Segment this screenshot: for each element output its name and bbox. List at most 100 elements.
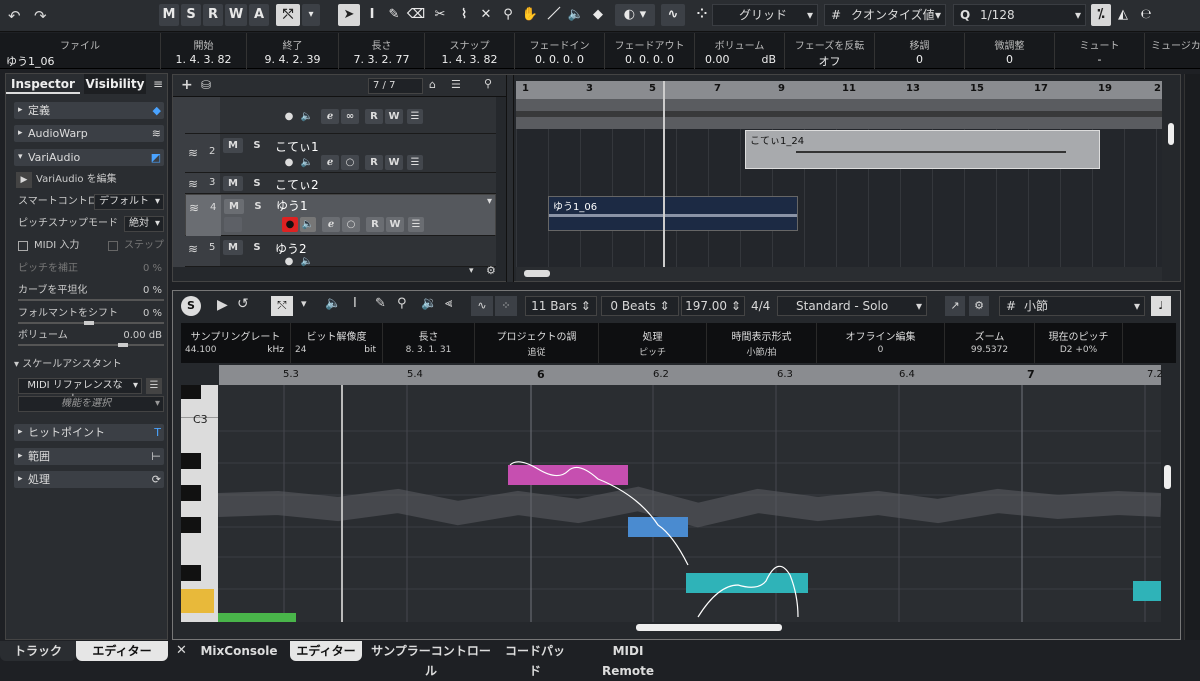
- mute-button[interactable]: M: [223, 138, 243, 153]
- iterative-quantize-icon[interactable]: ⁒: [1091, 4, 1111, 26]
- scrub-icon[interactable]: ⫷: [445, 296, 452, 311]
- undo-icon[interactable]: ↶: [8, 7, 21, 25]
- loop-icon[interactable]: ↺: [237, 296, 249, 312]
- section-process[interactable]: 処理 ⟳: [14, 471, 164, 488]
- info-value[interactable]: ゆう1_06: [6, 53, 166, 69]
- grid-type-dropdown[interactable]: グリッド ▾: [712, 4, 818, 26]
- formant-shift-row[interactable]: フォルマントをシフト 0 %: [18, 305, 164, 325]
- read-button[interactable]: R: [365, 109, 383, 124]
- solo-button[interactable]: S: [247, 240, 267, 255]
- info-value[interactable]: 0. 0. 0. 0: [515, 53, 604, 66]
- track-name[interactable]: ゆう2: [275, 240, 307, 257]
- track-row[interactable]: ● 🔈 ℯ ∞ R W ☰: [185, 97, 496, 134]
- grid-dropdown[interactable]: # 小節 ▾: [999, 296, 1145, 316]
- tab-visibility[interactable]: Visibility: [84, 74, 146, 94]
- mute-button[interactable]: M: [223, 176, 243, 191]
- smart-control-select[interactable]: デフォルト: [94, 194, 164, 210]
- track-menu-icon[interactable]: ☰: [407, 109, 423, 124]
- monitor-icon[interactable]: 🔈: [299, 257, 315, 267]
- length-bars-field[interactable]: 11 Bars ⇕: [525, 296, 597, 316]
- tab-track[interactable]: トラック: [0, 641, 76, 661]
- audio-event-koti1[interactable]: こてぃ1_24: [745, 130, 1100, 169]
- track-row[interactable]: ≋ 5 M S ゆう2 ● 🔈: [185, 236, 496, 267]
- tab-chord-pads[interactable]: コードパッド: [500, 641, 570, 678]
- beats-field[interactable]: 0 Beats ⇕: [601, 296, 679, 316]
- info-value[interactable]: 1. 4. 3. 82: [161, 53, 246, 66]
- vertical-scrollbar[interactable]: [1166, 97, 1176, 257]
- record-icon[interactable]: ●: [281, 109, 297, 124]
- quantize-type-dropdown[interactable]: # クオンタイズ値 ▾: [824, 4, 946, 26]
- pencil-icon[interactable]: ✎: [375, 296, 386, 311]
- monitor-icon[interactable]: 🔈: [299, 155, 315, 170]
- track-row-selected[interactable]: ≋ 4 M S ゆう1 ● 🔈 ℯ ○ R W ☰: [185, 194, 496, 236]
- midi-ref-select[interactable]: MIDI リファレンスなし: [18, 378, 142, 405]
- section-hitpoints[interactable]: ヒットポイント T: [14, 424, 164, 441]
- monitor-icon[interactable]: 🔈: [299, 109, 315, 124]
- step-checkbox[interactable]: [108, 241, 118, 251]
- pointer-tool-icon[interactable]: ➤: [338, 4, 360, 26]
- read-mode-button[interactable]: R: [203, 4, 223, 26]
- section-range[interactable]: 範囲 ⊢: [14, 448, 164, 465]
- add-folder-icon[interactable]: ⛁: [201, 78, 211, 92]
- tool-mode-dropdown[interactable]: ◐ ▾: [615, 4, 655, 26]
- project-ruler[interactable]: 1 3 5 7 9 11 13 15 17 19 2: [516, 81, 1162, 99]
- snap-mode-icon[interactable]: ⁘: [692, 4, 712, 26]
- solo-button[interactable]: S: [247, 138, 267, 153]
- mute-button[interactable]: M: [224, 199, 244, 214]
- algorithm-dropdown[interactable]: Standard - Solo ▾: [777, 296, 927, 316]
- track-name[interactable]: ゆう1: [276, 199, 308, 213]
- range-tool-icon[interactable]: I: [353, 296, 357, 311]
- track-menu-icon[interactable]: ☰: [407, 155, 423, 170]
- monitor-icon[interactable]: 🔈: [300, 217, 316, 232]
- autoscroll-icon[interactable]: ⤲: [271, 296, 293, 316]
- snap-toggle-icon[interactable]: ∿: [661, 4, 685, 26]
- playhead-cursor[interactable]: [663, 81, 665, 267]
- settings-icon[interactable]: ⚙: [969, 296, 989, 316]
- menu-icon[interactable]: ≡: [153, 77, 163, 91]
- info-value[interactable]: 0: [965, 53, 1054, 66]
- tab-inspector[interactable]: Inspector: [6, 74, 80, 94]
- home-icon[interactable]: ⌂: [429, 78, 436, 91]
- scissors-icon[interactable]: ✂: [430, 4, 450, 26]
- audio-event-yuu1[interactable]: ゆう1_06: [548, 196, 798, 231]
- editor-h-scrollbar[interactable]: [218, 622, 1161, 634]
- info-value[interactable]: オフ: [785, 53, 874, 69]
- mute-tool-icon[interactable]: ✕: [476, 4, 496, 26]
- zoom-icon[interactable]: ⚲: [498, 4, 518, 26]
- hand-icon[interactable]: ✋: [520, 4, 540, 26]
- info-value[interactable]: -: [1055, 53, 1144, 66]
- info-value[interactable]: 0: [875, 53, 964, 66]
- tab-mixconsole[interactable]: MixConsole: [194, 641, 284, 661]
- time-signature[interactable]: 4/4: [751, 299, 770, 313]
- chevron-down-icon[interactable]: ▾: [302, 4, 320, 26]
- zoom-icon[interactable]: ⚲: [397, 296, 407, 311]
- read-button[interactable]: R: [366, 217, 384, 232]
- gear-icon[interactable]: ⚙: [486, 264, 496, 277]
- func-select[interactable]: 機能を選択: [18, 396, 164, 412]
- range-tool-icon[interactable]: I: [362, 4, 382, 26]
- track-menu-icon[interactable]: ☰: [408, 217, 424, 232]
- list-view-icon[interactable]: ☰: [451, 78, 461, 91]
- mute-button[interactable]: M: [223, 240, 243, 255]
- speaker-icon[interactable]: 🔉: [421, 296, 437, 311]
- tab-editor-left[interactable]: エディター: [76, 641, 168, 661]
- track-name[interactable]: こてぃ2: [275, 176, 319, 193]
- track-color-swatch[interactable]: [224, 217, 242, 232]
- horizontal-scrollbar[interactable]: [516, 267, 1162, 281]
- play-icon[interactable]: ▶: [217, 297, 228, 313]
- edit-variaudio-label[interactable]: VariAudio を編集: [36, 171, 182, 189]
- pitch-snap-select[interactable]: 絶対: [124, 216, 164, 232]
- color-tool-icon[interactable]: ◆: [588, 4, 608, 26]
- record-icon[interactable]: ●: [281, 155, 297, 170]
- solo-button[interactable]: S: [247, 176, 267, 191]
- solo-button[interactable]: S: [248, 199, 268, 214]
- line-tool-icon[interactable]: ／: [544, 4, 564, 26]
- tab-editor[interactable]: エディター: [290, 641, 362, 661]
- link-icon[interactable]: ∞: [341, 109, 359, 124]
- edit-icon[interactable]: ℯ: [321, 109, 339, 124]
- mute-mode-button[interactable]: M: [159, 4, 179, 26]
- redo-icon[interactable]: ↷: [34, 7, 47, 25]
- track-row[interactable]: ≋ 2 M S こてぃ1 ● 🔈 ℯ ○ R W ☰: [185, 134, 496, 173]
- info-value[interactable]: 9. 4. 2. 39: [247, 53, 338, 66]
- section-definition[interactable]: 定義 ◆: [14, 102, 164, 119]
